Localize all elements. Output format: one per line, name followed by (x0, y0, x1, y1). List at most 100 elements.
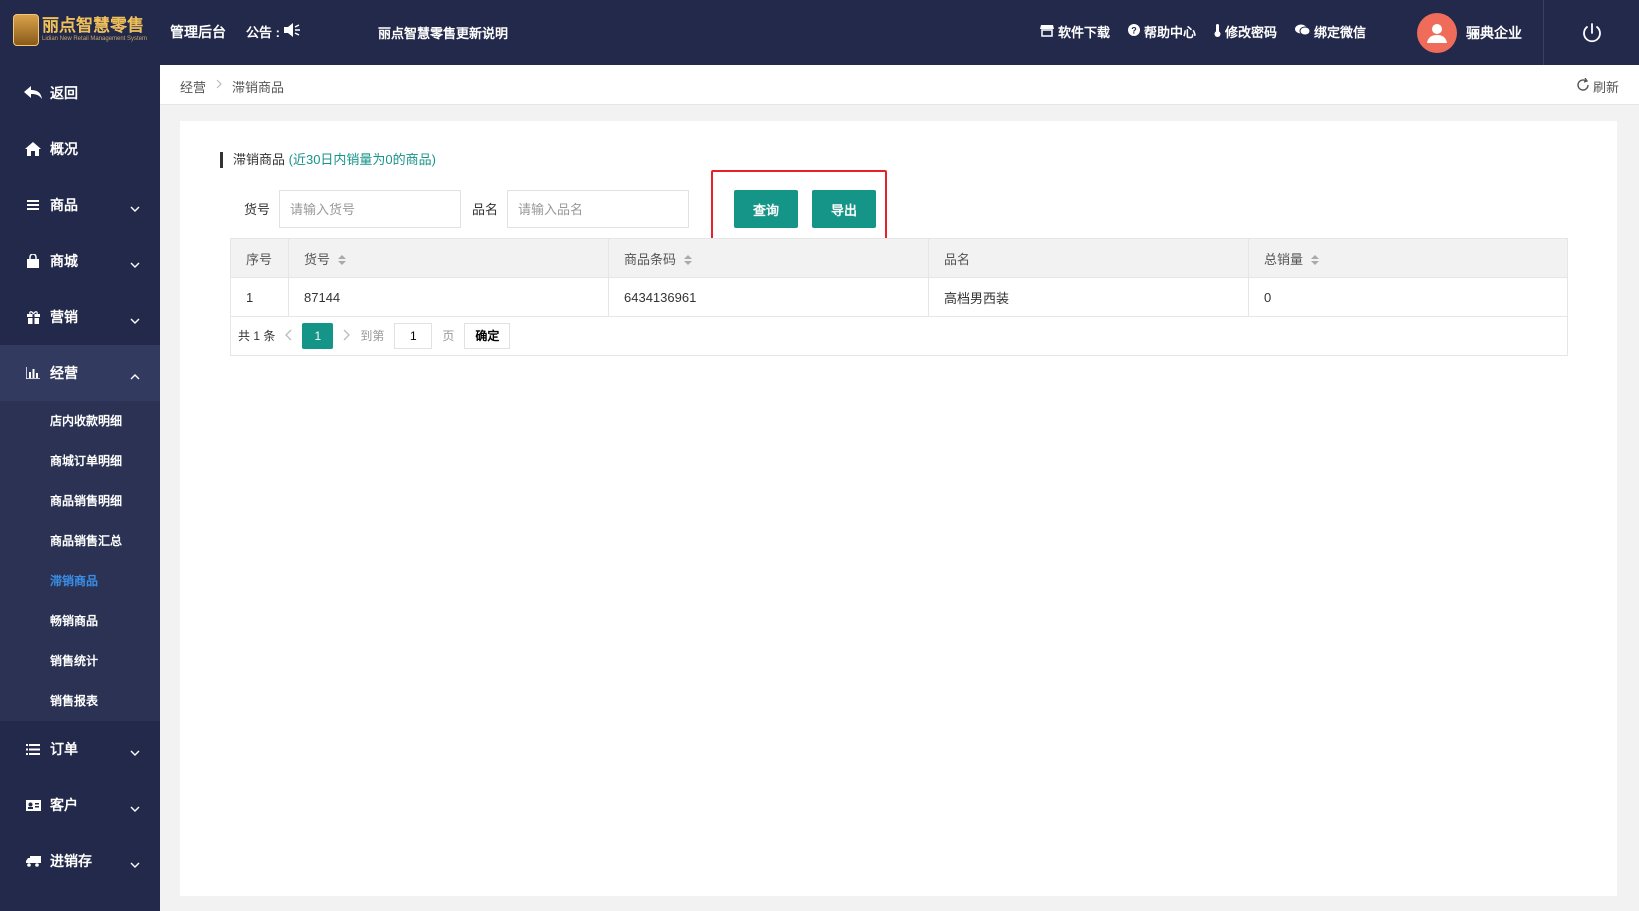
sidebar-subitem-slow-moving[interactable]: 滞销商品 (0, 561, 160, 601)
logo-title: 丽点智慧零售 (42, 16, 144, 35)
next-page-icon[interactable] (343, 328, 351, 344)
col-header-index: 序号 (230, 238, 289, 278)
sku-input[interactable] (279, 190, 461, 228)
page-unit-label: 页 (442, 329, 455, 343)
chevron-down-icon (130, 199, 140, 215)
notice-link[interactable]: 丽点智慧零售更新说明 (378, 23, 508, 42)
sidebar-item-label: 营销 (50, 309, 78, 325)
query-button[interactable]: 查询 (734, 190, 798, 228)
user-icon (1427, 24, 1447, 43)
thermometer-icon (1214, 23, 1221, 40)
bind-wechat-link[interactable]: 绑定微信 (1295, 22, 1366, 41)
home-icon (24, 142, 42, 156)
avatar[interactable] (1417, 13, 1457, 53)
bag-icon (24, 254, 42, 268)
pager-total: 共 1 条 (238, 329, 276, 343)
cell-name: 高档男西装 (928, 277, 1249, 317)
logout-button[interactable] (1543, 0, 1639, 65)
software-download-label: 软件下载 (1058, 25, 1111, 40)
back-arrow-icon (24, 86, 42, 100)
sort-icon[interactable] (338, 255, 347, 266)
help-center-label: 帮助中心 (1144, 25, 1197, 40)
change-password-label: 修改密码 (1225, 25, 1278, 40)
col-header-sku[interactable]: 货号 (288, 238, 609, 278)
list-icon (24, 200, 42, 210)
sidebar-item-customers[interactable]: 客户 (0, 777, 160, 833)
help-center-link[interactable]: ? 帮助中心 (1128, 22, 1196, 41)
col-header-total-sales[interactable]: 总销量 (1248, 238, 1568, 278)
store-icon (1040, 24, 1054, 40)
refresh-icon (1576, 77, 1590, 95)
speaker-icon (283, 23, 301, 40)
page-title: 滞销商品 (233, 152, 286, 167)
sidebar-subitem-store-receipts[interactable]: 店内收款明细 (0, 401, 160, 441)
id-card-icon (24, 799, 42, 811)
cell-barcode: 6434136961 (608, 277, 929, 317)
cell-index: 1 (230, 277, 289, 317)
sku-label: 货号 (244, 202, 271, 217)
chevron-down-icon (130, 311, 140, 327)
section-title: 滞销商品 (近30日内销量为0的商品) (220, 152, 436, 168)
question-icon: ? (1128, 24, 1141, 39)
sidebar-subitem-sales-stats[interactable]: 销售统计 (0, 641, 160, 681)
breadcrumb-parent[interactable]: 经营 (180, 77, 206, 96)
truck-icon (24, 855, 42, 867)
sidebar-item-label: 客户 (50, 797, 78, 813)
sidebar-item-mall[interactable]: 商城 (0, 233, 160, 289)
operations-submenu: 店内收款明细 商城订单明细 商品销售明细 商品销售汇总 滞销商品 畅销商品 销售… (0, 401, 160, 721)
sidebar-item-label: 商城 (50, 253, 78, 269)
breadcrumb: 经营 滞销商品 (180, 77, 284, 96)
sidebar-item-label: 经营 (50, 365, 78, 381)
cell-total-sales: 0 (1248, 277, 1568, 317)
name-input[interactable] (507, 190, 689, 228)
logo-subtitle: Lidian New Retail Management System (42, 36, 148, 42)
sidebar-item-operations[interactable]: 经营 (0, 345, 160, 401)
name-label: 品名 (472, 202, 499, 217)
main-card: 滞销商品 (近30日内销量为0的商品) 货号 品名 查询 导出 序号 货号 商品… (180, 121, 1617, 896)
table-row: 1 87144 6434136961 高档男西装 0 (230, 277, 1568, 317)
sidebar-subitem-sales-detail[interactable]: 商品销售明细 (0, 481, 160, 521)
refresh-button[interactable]: 刷新 (1576, 77, 1619, 96)
chevron-up-icon (130, 367, 140, 383)
sidebar-item-inventory[interactable]: 进销存 (0, 833, 160, 889)
sidebar-item-label: 商品 (50, 197, 78, 213)
sidebar-item-label: 概况 (50, 141, 78, 157)
refresh-label: 刷新 (1592, 80, 1619, 95)
sidebar-item-overview[interactable]: 概况 (0, 121, 160, 177)
goto-label: 到第 (360, 329, 385, 343)
list-icon (24, 743, 42, 755)
col-header-barcode[interactable]: 商品条码 (608, 238, 929, 278)
sidebar-subitem-sales-summary[interactable]: 商品销售汇总 (0, 521, 160, 561)
page-hint: (近30日内销量为0的商品) (288, 152, 436, 167)
top-bar: 丽点智慧零售 Lidian New Retail Management Syst… (0, 0, 1639, 65)
sidebar-item-marketing[interactable]: 营销 (0, 289, 160, 345)
result-table: 序号 货号 商品条码 品名 总销量 1 87144 6434136961 高档男… (230, 238, 1568, 317)
chevron-down-icon (130, 743, 140, 759)
sidebar-item-label: 返回 (50, 85, 78, 101)
sidebar-subitem-best-selling[interactable]: 畅销商品 (0, 601, 160, 641)
sidebar-item-orders[interactable]: 订单 (0, 721, 160, 777)
power-icon (1582, 22, 1601, 42)
admin-label: 管理后台 (170, 24, 226, 40)
prev-page-icon[interactable] (285, 328, 292, 344)
sort-icon[interactable] (684, 255, 693, 266)
sidebar-item-back[interactable]: 返回 (0, 65, 160, 121)
logo[interactable]: 丽点智慧零售 Lidian New Retail Management Syst… (13, 14, 147, 46)
notice-label: 公告 : (246, 25, 280, 40)
sidebar-item-products[interactable]: 商品 (0, 177, 160, 233)
goto-page-input[interactable] (394, 322, 433, 349)
col-header-name: 品名 (928, 238, 1249, 278)
company-name[interactable]: 骊典企业 (1466, 23, 1522, 43)
goto-confirm-button[interactable]: 确定 (464, 322, 511, 349)
logo-badge-icon (13, 14, 39, 46)
software-download-link[interactable]: 软件下载 (1040, 22, 1110, 41)
svg-text:?: ? (1131, 26, 1137, 36)
chevron-right-icon (216, 77, 222, 96)
page-number-current[interactable]: 1 (302, 322, 334, 349)
sidebar-subitem-sales-report[interactable]: 销售报表 (0, 681, 160, 721)
change-password-link[interactable]: 修改密码 (1214, 22, 1277, 41)
export-button[interactable]: 导出 (812, 190, 876, 228)
sidebar-subitem-mall-orders[interactable]: 商城订单明细 (0, 441, 160, 481)
breadcrumb-bar: 经营 滞销商品 刷新 (160, 65, 1639, 105)
sort-icon[interactable] (1311, 255, 1320, 266)
